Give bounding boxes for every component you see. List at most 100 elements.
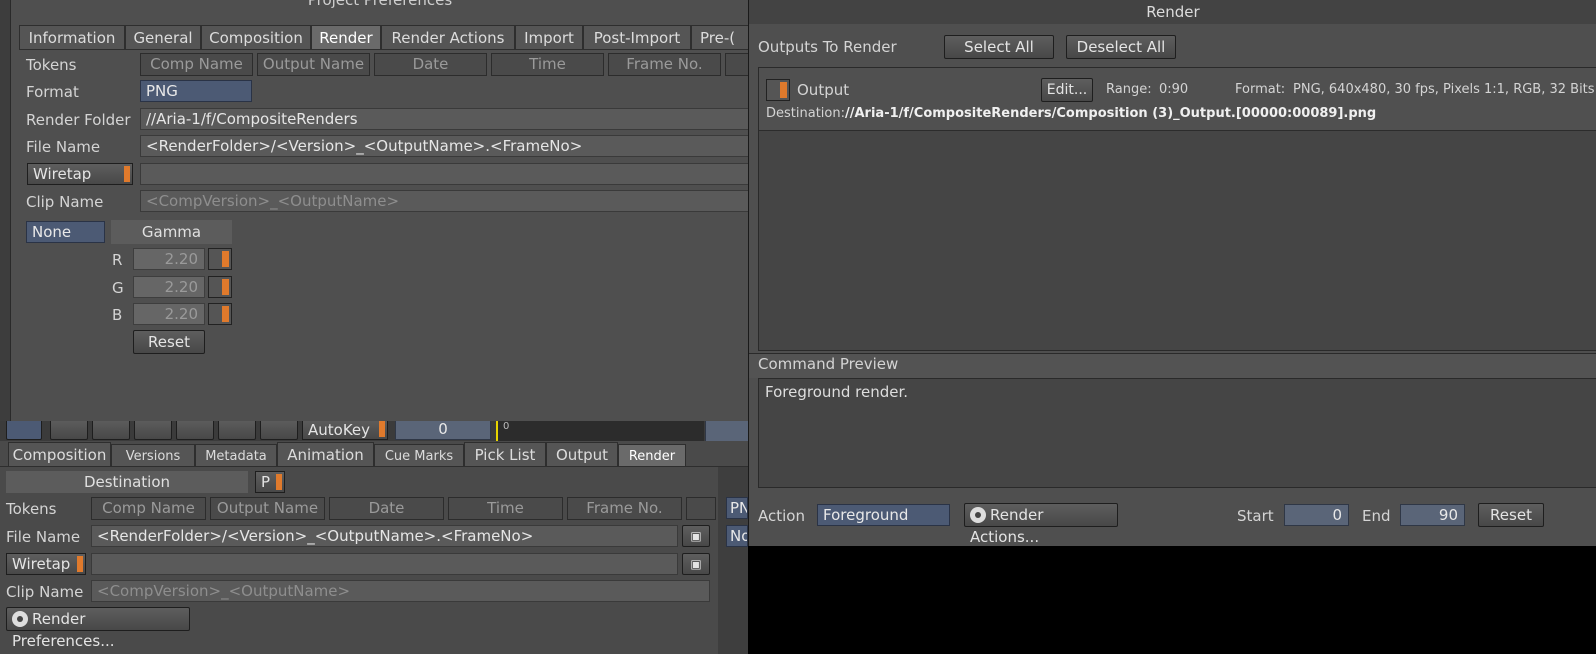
select-all-button[interactable]: Select All bbox=[944, 35, 1054, 59]
bottom-clip-name-input[interactable]: <CompVersion>_<OutputName> bbox=[91, 580, 710, 602]
bottom-token-date[interactable]: Date bbox=[329, 497, 444, 520]
tab-pre-import[interactable]: Pre-( bbox=[691, 25, 749, 50]
bottom-token-comp-name[interactable]: Comp Name bbox=[91, 497, 206, 520]
render-actions-button[interactable]: Render Actions... bbox=[964, 503, 1118, 546]
token-extra[interactable] bbox=[725, 53, 749, 76]
bottom-token-time[interactable]: Time bbox=[448, 497, 563, 520]
go-end-button[interactable] bbox=[260, 421, 298, 440]
bottom-tab-versions[interactable]: Versions bbox=[111, 444, 195, 466]
wiretap-input[interactable] bbox=[140, 163, 749, 185]
tab-information[interactable]: Information bbox=[19, 25, 125, 50]
bottom-tab-render[interactable]: Render bbox=[618, 444, 686, 466]
bottom-panel: Composition Versions Metadata Animation … bbox=[0, 441, 748, 654]
destination-header: Destination bbox=[6, 471, 248, 493]
tab-render-actions[interactable]: Render Actions bbox=[381, 25, 515, 50]
command-preview-text: Foreground render. bbox=[765, 383, 909, 401]
tab-import[interactable]: Import bbox=[515, 25, 583, 50]
command-preview-label: Command Preview bbox=[758, 355, 899, 373]
wiretap-browse-icon[interactable]: ▣ bbox=[682, 553, 710, 575]
autokey-toggle[interactable]: AutoKey bbox=[302, 421, 388, 440]
tab-general[interactable]: General bbox=[125, 25, 201, 50]
output-row[interactable]: Output Edit... Range: 0:90 Format: PNG, … bbox=[759, 68, 1596, 131]
render-window-title: Render bbox=[1146, 3, 1200, 21]
file-name-input[interactable]: <RenderFolder>/<Version>_<OutputName>.<F… bbox=[140, 135, 749, 157]
side-lut-dropdown[interactable]: No bbox=[726, 525, 748, 547]
gamma-g-lock[interactable] bbox=[208, 276, 232, 298]
bottom-token-output-name[interactable]: Output Name bbox=[210, 497, 325, 520]
deselect-all-button[interactable]: Deselect All bbox=[1066, 35, 1176, 59]
bottom-tab-composition[interactable]: Composition bbox=[8, 442, 111, 467]
window-title: Project Preferences bbox=[307, 0, 453, 9]
gamma-b-input[interactable]: 2.20 bbox=[133, 303, 205, 325]
render-folder-label: Render Folder bbox=[26, 111, 131, 129]
file-name-label: File Name bbox=[26, 138, 101, 156]
tokens-label: Tokens bbox=[26, 56, 77, 74]
gamma-r-input[interactable]: 2.20 bbox=[133, 248, 205, 270]
outputs-list: Output Edit... Range: 0:90 Format: PNG, … bbox=[758, 67, 1596, 351]
clip-name-input[interactable]: <CompVersion>_<OutputName> bbox=[140, 190, 749, 212]
timeline-ruler-start: 0 bbox=[503, 421, 510, 432]
output-enable-toggle[interactable] bbox=[766, 79, 790, 101]
bottom-tab-animation[interactable]: Animation bbox=[277, 442, 374, 467]
play-button[interactable] bbox=[134, 421, 172, 440]
file-name-browse-icon[interactable]: ▣ bbox=[682, 525, 710, 547]
wiretap-toggle[interactable]: Wiretap bbox=[27, 163, 133, 185]
p-toggle[interactable]: P bbox=[255, 471, 285, 493]
step-back-button[interactable] bbox=[92, 421, 130, 440]
outputs-to-render-label: Outputs To Render bbox=[758, 38, 897, 56]
go-start-button[interactable] bbox=[50, 421, 88, 440]
gamma-b-label: B bbox=[112, 306, 123, 324]
destination-label: Destination: bbox=[766, 106, 845, 121]
bottom-wiretap-toggle[interactable]: Wiretap bbox=[6, 553, 86, 575]
output-name: Output bbox=[797, 81, 850, 99]
bottom-file-name-input[interactable]: <RenderFolder>/<Version>_<OutputName>.<F… bbox=[91, 525, 678, 547]
gamma-r-lock[interactable] bbox=[208, 248, 232, 270]
bottom-wiretap-input[interactable] bbox=[91, 553, 678, 575]
bottom-token-extra[interactable] bbox=[686, 497, 716, 520]
tab-render[interactable]: Render bbox=[311, 25, 381, 50]
step-fwd-button[interactable] bbox=[176, 421, 214, 440]
token-output-name[interactable]: Output Name bbox=[257, 53, 370, 76]
output-edit-button[interactable]: Edit... bbox=[1041, 78, 1093, 102]
gamma-g-input[interactable]: 2.20 bbox=[133, 276, 205, 298]
end-input[interactable]: 90 bbox=[1400, 504, 1465, 526]
bottom-tab-pick-list[interactable]: Pick List bbox=[464, 442, 546, 467]
token-frame-no[interactable]: Frame No. bbox=[608, 53, 721, 76]
bottom-tokens-label: Tokens bbox=[6, 500, 57, 518]
tab-composition[interactable]: Composition bbox=[201, 25, 311, 50]
bottom-clip-name-label: Clip Name bbox=[6, 583, 84, 601]
render-actions-reel-icon bbox=[970, 507, 986, 523]
token-date[interactable]: Date bbox=[374, 53, 487, 76]
tab-post-import[interactable]: Post-Import bbox=[583, 25, 691, 50]
action-label: Action bbox=[758, 507, 805, 525]
bottom-token-frame-no[interactable]: Frame No. bbox=[567, 497, 682, 520]
side-panel-sliver bbox=[718, 467, 748, 654]
gamma-b-lock[interactable] bbox=[208, 303, 232, 325]
format-label: Format bbox=[26, 83, 79, 101]
format-value: PNG, 640x480, 30 fps, Pixels 1:1, RGB, 3… bbox=[1293, 82, 1595, 97]
film-reel-icon bbox=[12, 611, 28, 627]
bottom-tab-underline bbox=[0, 466, 748, 467]
side-format-dropdown[interactable]: PN bbox=[726, 497, 748, 519]
start-input[interactable]: 0 bbox=[1284, 504, 1349, 526]
token-comp-name[interactable]: Comp Name bbox=[140, 53, 253, 76]
render-reset-button[interactable]: Reset bbox=[1478, 503, 1544, 527]
clip-name-label: Clip Name bbox=[26, 193, 104, 211]
bottom-tab-cue-marks[interactable]: Cue Marks bbox=[374, 444, 464, 466]
action-dropdown[interactable]: Foreground bbox=[817, 504, 950, 526]
format-dropdown[interactable]: PNG bbox=[140, 80, 252, 102]
select-tool-button[interactable] bbox=[6, 421, 42, 440]
render-preferences-button[interactable]: Render Preferences... bbox=[6, 607, 190, 650]
end-label: End bbox=[1362, 507, 1391, 525]
frame-input[interactable]: 0 bbox=[395, 421, 491, 440]
token-time[interactable]: Time bbox=[491, 53, 604, 76]
bottom-tab-output[interactable]: Output bbox=[546, 442, 618, 467]
render-folder-input[interactable]: //Aria-1/f/CompositeRenders bbox=[140, 108, 749, 130]
left-edge-strip bbox=[0, 0, 10, 432]
timeline-ruler[interactable] bbox=[496, 421, 704, 441]
lut-dropdown[interactable]: None bbox=[26, 221, 105, 243]
bottom-tab-metadata[interactable]: Metadata bbox=[195, 444, 277, 466]
gamma-reset-button[interactable]: Reset bbox=[133, 330, 205, 354]
loop-button[interactable] bbox=[218, 421, 256, 440]
gamma-header: Gamma bbox=[111, 220, 232, 244]
